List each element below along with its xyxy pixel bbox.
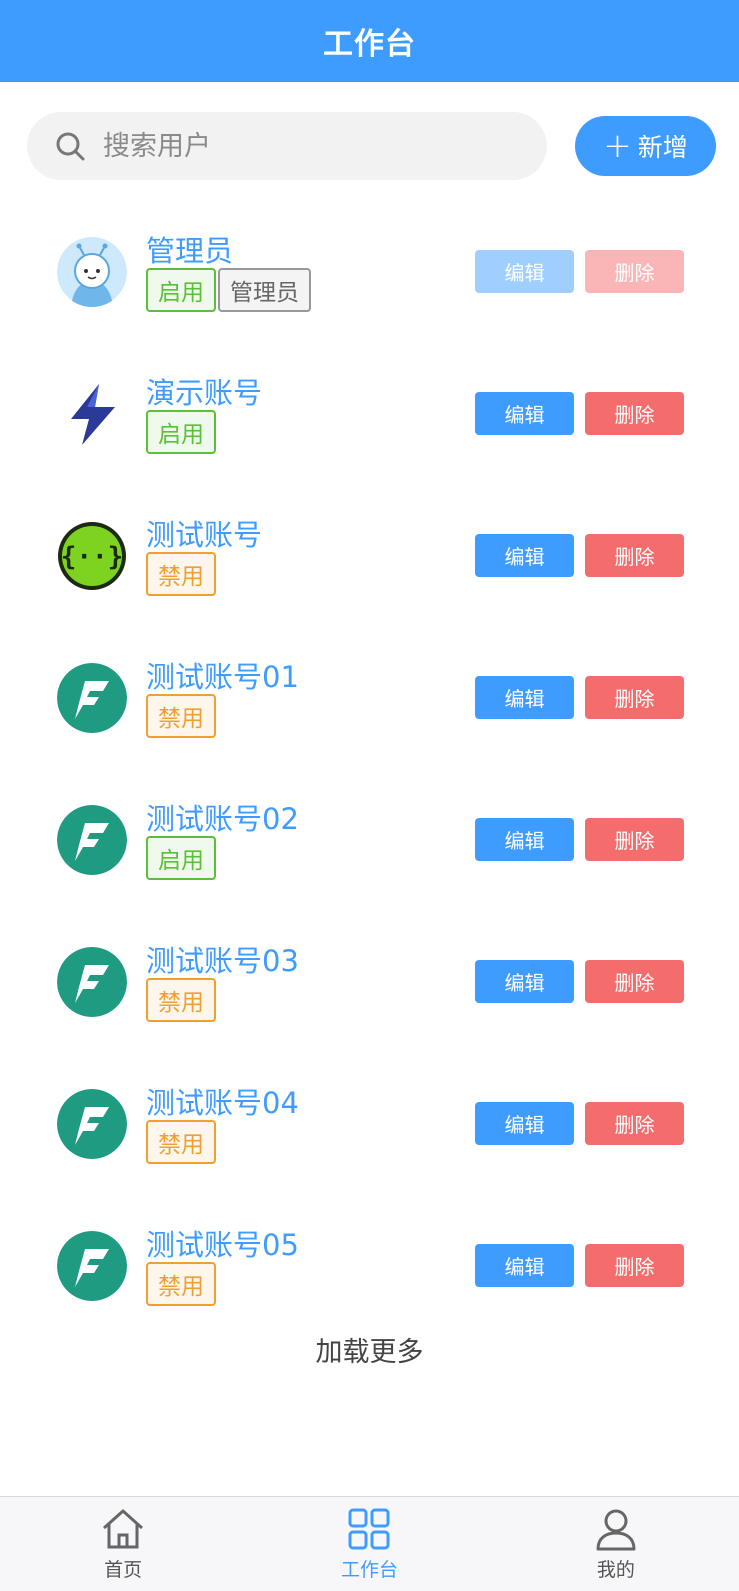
user-row: {··} 测试账号 禁用 编辑 删除 bbox=[0, 486, 739, 628]
edit-button[interactable]: 编辑 bbox=[475, 1244, 574, 1287]
user-tags: 启用 管理员 bbox=[146, 268, 311, 312]
tab-home-label: 首页 bbox=[104, 1559, 143, 1581]
user-tags: 禁用 bbox=[146, 694, 216, 738]
user-name: 测试账号01 bbox=[146, 660, 299, 694]
user-row: 测试账号04 禁用 编辑 删除 bbox=[0, 1054, 739, 1196]
search-box[interactable] bbox=[27, 112, 547, 180]
teal-f-logo-avatar bbox=[57, 663, 127, 733]
status-badge: 启用 bbox=[146, 410, 216, 454]
page-title: 工作台 bbox=[323, 27, 416, 62]
user-tags: 启用 bbox=[146, 836, 216, 880]
role-badge: 管理员 bbox=[218, 268, 311, 312]
status-badge: 禁用 bbox=[146, 694, 216, 738]
edit-button[interactable]: 编辑 bbox=[475, 250, 574, 293]
delete-button[interactable]: 删除 bbox=[585, 960, 684, 1003]
delete-button[interactable]: 删除 bbox=[585, 534, 684, 577]
delete-button[interactable]: 删除 bbox=[585, 250, 684, 293]
user-tags: 禁用 bbox=[146, 978, 216, 1022]
status-badge: 禁用 bbox=[146, 1262, 216, 1306]
teal-f-logo-avatar bbox=[57, 1231, 127, 1301]
add-user-label: 新增 bbox=[637, 133, 688, 162]
tab-workbench[interactable]: 工作台 bbox=[246, 1497, 492, 1591]
user-row: 测试账号01 禁用 编辑 删除 bbox=[0, 628, 739, 770]
user-row: 演示账号 启用 编辑 删除 bbox=[0, 344, 739, 486]
grid-icon bbox=[348, 1508, 390, 1550]
edit-button[interactable]: 编辑 bbox=[475, 818, 574, 861]
search-icon bbox=[56, 132, 85, 161]
bottom-tabbar: 首页 工作台 我的 bbox=[0, 1496, 739, 1591]
edit-button[interactable]: 编辑 bbox=[475, 1102, 574, 1145]
user-tags: 禁用 bbox=[146, 1262, 216, 1306]
user-row: 测试账号03 禁用 编辑 删除 bbox=[0, 912, 739, 1054]
teal-f-logo-avatar bbox=[57, 947, 127, 1017]
tab-mine-label: 我的 bbox=[596, 1559, 635, 1581]
edit-button[interactable]: 编辑 bbox=[475, 534, 574, 577]
code-braces-avatar: {··} bbox=[57, 521, 127, 591]
status-badge: 禁用 bbox=[146, 552, 216, 596]
user-name: 演示账号 bbox=[146, 376, 263, 410]
svg-text:{··}: {··} bbox=[61, 542, 124, 572]
user-name: 测试账号03 bbox=[146, 944, 299, 978]
user-icon bbox=[596, 1509, 636, 1551]
user-row: 管理员 启用 管理员 编辑 删除 bbox=[0, 202, 739, 344]
delete-button[interactable]: 删除 bbox=[585, 818, 684, 861]
status-badge: 启用 bbox=[146, 836, 216, 880]
status-badge: 禁用 bbox=[146, 978, 216, 1022]
teal-f-logo-avatar bbox=[57, 1089, 127, 1159]
user-tags: 禁用 bbox=[146, 552, 216, 596]
lightning-bolt-avatar bbox=[57, 379, 127, 449]
user-name: 测试账号02 bbox=[146, 802, 299, 836]
load-more-link[interactable]: 加载更多 bbox=[0, 1330, 739, 1369]
user-name: 测试账号04 bbox=[146, 1086, 299, 1120]
status-badge: 禁用 bbox=[146, 1120, 216, 1164]
user-list: 管理员 启用 管理员 编辑 删除 演示账号 启用 编辑 删除 {··} 测试账号 禁用 编辑 删除 测试账号… bbox=[0, 202, 739, 1338]
edit-button[interactable]: 编辑 bbox=[475, 392, 574, 435]
user-row: 测试账号05 禁用 编辑 删除 bbox=[0, 1196, 739, 1338]
edit-button[interactable]: 编辑 bbox=[475, 960, 574, 1003]
search-input[interactable] bbox=[101, 129, 485, 163]
plus-icon: + bbox=[603, 126, 632, 166]
add-user-button[interactable]: + 新增 bbox=[575, 116, 716, 176]
user-name: 测试账号 bbox=[146, 518, 263, 552]
status-badge: 启用 bbox=[146, 268, 216, 312]
edit-button[interactable]: 编辑 bbox=[475, 676, 574, 719]
delete-button[interactable]: 删除 bbox=[585, 392, 684, 435]
delete-button[interactable]: 删除 bbox=[585, 676, 684, 719]
tab-home[interactable]: 首页 bbox=[0, 1497, 246, 1591]
home-icon bbox=[103, 1509, 144, 1549]
user-name: 管理员 bbox=[146, 234, 234, 268]
app-header: 工作台 bbox=[0, 0, 739, 82]
cartoon-avatar bbox=[57, 237, 127, 307]
delete-button[interactable]: 删除 bbox=[585, 1244, 684, 1287]
tab-mine[interactable]: 我的 bbox=[493, 1497, 739, 1591]
user-row: 测试账号02 启用 编辑 删除 bbox=[0, 770, 739, 912]
search-row: + 新增 bbox=[0, 112, 739, 182]
teal-f-logo-avatar bbox=[57, 805, 127, 875]
user-name: 测试账号05 bbox=[146, 1228, 299, 1262]
user-tags: 禁用 bbox=[146, 1120, 216, 1164]
tab-workbench-label: 工作台 bbox=[340, 1559, 398, 1581]
user-tags: 启用 bbox=[146, 410, 216, 454]
delete-button[interactable]: 删除 bbox=[585, 1102, 684, 1145]
